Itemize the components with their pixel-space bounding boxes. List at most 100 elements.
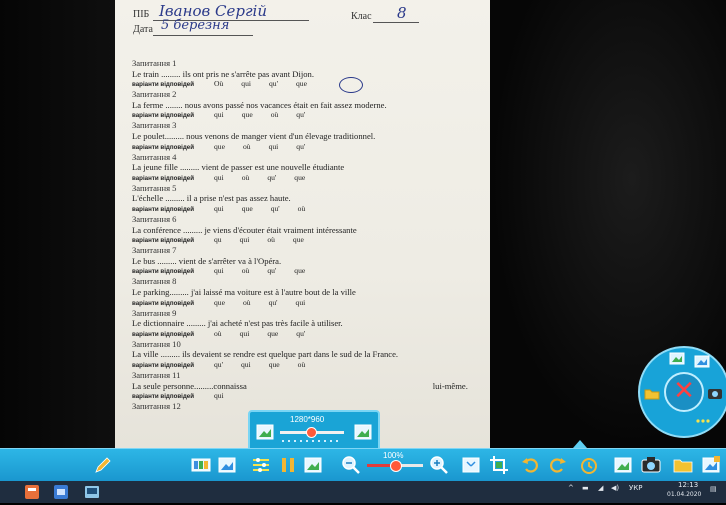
clock-time[interactable]: 12:13: [678, 481, 698, 489]
task-block: Запитання 7 Le bus ......... vient de s'a…: [132, 245, 323, 278]
scan-icon[interactable]: [302, 454, 324, 476]
camera-icon[interactable]: [640, 454, 662, 476]
task-sentence: Le dictionnaire ......... j'ai acheté n'…: [132, 318, 343, 329]
language-indicator[interactable]: УКР: [629, 484, 642, 492]
radial-close-button[interactable]: ✕: [664, 372, 704, 412]
pib-label: ПІБ: [133, 9, 150, 20]
task-block: Запитання 9 Le dictionnaire ......... j'a…: [132, 308, 343, 341]
radial-more-icon[interactable]: [694, 412, 712, 430]
answer-option: qui: [214, 110, 224, 120]
task-title: Запитання 5: [132, 182, 177, 193]
answer-option: qu': [267, 266, 277, 276]
gallery-icon[interactable]: [216, 454, 238, 476]
task-block: Запитання 8 Le parking......... j'ai lais…: [132, 276, 356, 309]
pen-icon[interactable]: [92, 454, 114, 476]
task-sentence-text: La ville ......... ils devaient se rendr…: [132, 349, 399, 360]
radial-folder-icon[interactable]: [643, 384, 661, 402]
thumbnails-icon[interactable]: [190, 454, 212, 476]
volume-icon[interactable]: ◀): [611, 484, 619, 492]
answer-option: qui: [241, 79, 251, 89]
radial-tile-icon[interactable]: [668, 350, 686, 368]
explorer-app-icon[interactable]: [53, 484, 69, 500]
answer-option: qui: [214, 391, 224, 401]
task-block: Запитання 4 La jeune fille ......... vien…: [132, 152, 344, 185]
toolbar-collapse-handle[interactable]: [573, 440, 587, 448]
tray-chevron-icon[interactable]: ^: [568, 484, 574, 492]
adjust-icon[interactable]: [250, 454, 272, 476]
answer-option: qui: [214, 172, 224, 182]
notification-icon[interactable]: ▤: [710, 485, 717, 493]
task-sentence-text: Le dictionnaire ......... j'ai acheté n'…: [132, 318, 343, 329]
task-sentence: L'échelle ......... il a prise n'est pas…: [132, 193, 323, 204]
answer-option: où: [297, 359, 306, 369]
answer-option: où: [297, 203, 306, 213]
radial-camera-icon[interactable]: [706, 384, 724, 402]
answer-option: qu': [296, 110, 306, 120]
answer-option: que: [214, 297, 225, 307]
bottom-toolbar: [0, 448, 726, 481]
resolution-slider[interactable]: [280, 427, 344, 438]
task-title: Запитання 7: [132, 245, 177, 256]
capture-icon[interactable]: [612, 454, 634, 476]
task-sentence: La jeune fille ......... vient de passer…: [132, 162, 344, 173]
class-label: Клас: [351, 11, 372, 22]
wifi-icon[interactable]: ◢: [598, 484, 603, 492]
task-sentence-text: Le parking......... j'ai laissé ma voitu…: [132, 286, 356, 297]
answer-option: qui: [239, 328, 250, 338]
task-sentence-text: La seule personne.........connaissa: [132, 380, 247, 391]
timer-icon[interactable]: [578, 454, 600, 476]
resolution-slider-thumb[interactable]: [306, 427, 317, 438]
answer-options: варіанти відповідей qui: [132, 391, 468, 403]
answer-option: où: [242, 141, 251, 151]
task-title: Запитання 9: [132, 307, 177, 318]
task-block: Запитання 10 La ville ......... ils devai…: [132, 339, 398, 372]
answer-option: où: [241, 266, 250, 276]
answer-option: que: [241, 110, 253, 120]
resolution-decrease-icon[interactable]: [254, 422, 276, 444]
zoom-in-icon[interactable]: [428, 454, 450, 476]
task-block: Запитання 1 Le train ......... ils ont pr…: [132, 58, 325, 91]
answer-option: que: [268, 359, 280, 369]
task-title: Запитання 3: [132, 120, 177, 131]
task-sentence-text: La conférence ......... je viens d'écout…: [132, 224, 357, 235]
resolution-increase-icon[interactable]: [352, 422, 374, 444]
calculator-app-icon[interactable]: [24, 484, 40, 500]
task-sentence-text: Le bus ......... vient de s'arrêter va à…: [132, 255, 282, 266]
answer-option: Où: [214, 79, 224, 89]
answer-circle-mark: [339, 77, 363, 93]
network-icon[interactable]: ▬: [582, 484, 589, 492]
answer-option: où: [242, 297, 251, 307]
answer-option: qui: [295, 297, 306, 307]
answer-option: que: [267, 328, 279, 338]
task-block: Запитання 6 La conférence ......... je vi…: [132, 214, 357, 247]
task-sentence: Le poulet......... nous venons de manger…: [132, 131, 375, 142]
answer-option: où: [241, 172, 250, 182]
camera-viewport: ПІБ Іванов Сергій Клас 8 Дата 5 березня …: [0, 0, 726, 448]
fit-icon[interactable]: [460, 454, 482, 476]
export-icon[interactable]: [700, 454, 722, 476]
answer-option: que: [241, 203, 253, 213]
answer-option: qu': [270, 203, 280, 213]
pause-icon[interactable]: [277, 454, 299, 476]
zoom-out-icon[interactable]: [340, 454, 362, 476]
task-sentence-text: La jeune fille ......... vient de passer…: [132, 162, 345, 173]
zoom-slider[interactable]: [367, 460, 423, 472]
task-sentence-tail: lui-même.: [432, 380, 468, 391]
date-label: Дата: [133, 24, 153, 35]
task-sentence-text: Le train ......... ils ont pris ne s'arr…: [132, 68, 314, 79]
clock-date[interactable]: 01.04.2020: [667, 491, 701, 498]
crop-icon[interactable]: [488, 454, 510, 476]
rotate-left-icon[interactable]: [520, 454, 542, 476]
os-taskbar: ^ ▬ ◢ ◀) УКР 12:13 01.04.2020 ▤: [0, 481, 726, 503]
answer-option: que: [294, 172, 306, 182]
task-title: Запитання 4: [132, 151, 177, 162]
task-block: Запитання 11 La seule personne.........co…: [132, 370, 468, 403]
task-title: Запитання 11: [132, 370, 181, 380]
answer-option: qui: [214, 266, 224, 276]
answer-option: qu': [214, 359, 223, 369]
zoom-slider-thumb[interactable]: [390, 460, 402, 472]
radial-gallery-icon[interactable]: [693, 353, 711, 371]
terminal-app-icon[interactable]: [84, 484, 100, 500]
folder-icon[interactable]: [672, 454, 694, 476]
rotate-right-icon[interactable]: [546, 454, 568, 476]
